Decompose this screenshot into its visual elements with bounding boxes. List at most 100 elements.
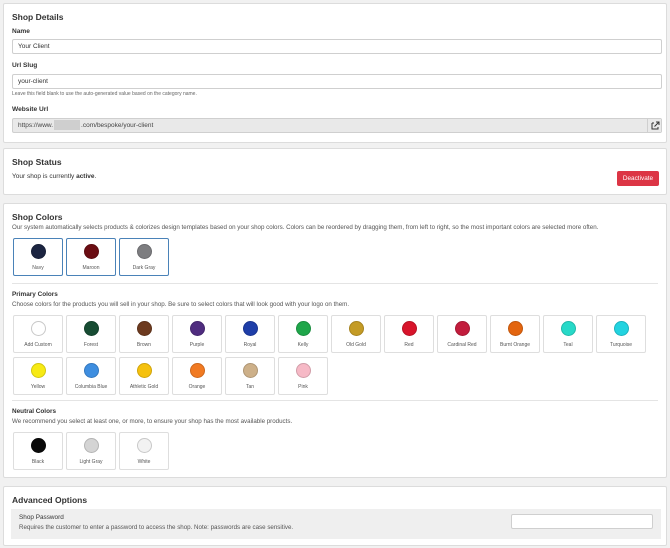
color-name: Turquoise bbox=[609, 342, 633, 348]
shop-details-title: Shop Details bbox=[12, 12, 64, 22]
color-dot bbox=[402, 321, 417, 336]
color-swatch-maroon[interactable]: Maroon bbox=[66, 238, 116, 276]
color-swatch-pink[interactable]: Pink bbox=[278, 357, 328, 395]
color-dot bbox=[614, 321, 629, 336]
color-swatch-light-gray[interactable]: Light Gray bbox=[66, 432, 116, 470]
color-swatch-red[interactable]: Red bbox=[384, 315, 434, 353]
color-name: Brown bbox=[136, 342, 152, 348]
color-name: Red bbox=[404, 342, 414, 348]
color-name: Yellow bbox=[30, 384, 46, 390]
divider bbox=[12, 283, 658, 284]
color-swatch-brown[interactable]: Brown bbox=[119, 315, 169, 353]
color-dot bbox=[31, 363, 46, 378]
color-dot bbox=[190, 363, 205, 378]
color-swatch-dark-gray[interactable]: Dark Gray bbox=[119, 238, 169, 276]
advanced-options-card: Advanced Options Shop Password Requires … bbox=[3, 486, 667, 546]
shop-password-help: Requires the customer to enter a passwor… bbox=[19, 524, 294, 531]
shop-colors-card: Shop Colors Our system automatically sel… bbox=[3, 203, 667, 478]
color-swatch-black[interactable]: Black bbox=[13, 432, 63, 470]
primary-colors-title: Primary Colors bbox=[12, 291, 58, 298]
color-name: Dark Gray bbox=[132, 265, 156, 271]
color-name: Purple bbox=[189, 342, 205, 348]
color-swatch-add-custom[interactable]: Add Custom bbox=[13, 315, 63, 353]
color-dot bbox=[137, 244, 152, 259]
website-url-prefix: https://www. bbox=[18, 122, 54, 129]
divider bbox=[12, 400, 658, 401]
color-dot bbox=[84, 363, 99, 378]
color-swatch-navy[interactable]: Navy bbox=[13, 238, 63, 276]
color-dot bbox=[561, 321, 576, 336]
color-swatch-yellow[interactable]: Yellow bbox=[13, 357, 63, 395]
shop-password-row: Shop Password Requires the customer to e… bbox=[11, 509, 661, 539]
color-swatch-turquoise[interactable]: Turquoise bbox=[596, 315, 646, 353]
primary-colors-description: Choose colors for the products you will … bbox=[12, 301, 350, 308]
shop-status-title: Shop Status bbox=[12, 157, 62, 167]
shop-details-card: Shop Details Name Your Client Url Slug y… bbox=[3, 3, 667, 143]
color-swatch-teal[interactable]: Teal bbox=[543, 315, 593, 353]
color-name: Add Custom bbox=[24, 342, 52, 348]
shop-status-card: Shop Status Your shop is currently activ… bbox=[3, 148, 667, 195]
color-name: Pink bbox=[298, 384, 308, 390]
color-swatch-old-gold[interactable]: Old Gold bbox=[331, 315, 381, 353]
color-dot bbox=[243, 363, 258, 378]
name-field[interactable]: Your Client bbox=[12, 39, 662, 54]
color-dot bbox=[31, 244, 46, 259]
shop-status-text: Your shop is currently active. bbox=[12, 173, 97, 180]
color-swatch-athletic-gold[interactable]: Athletic Gold bbox=[119, 357, 169, 395]
website-url-suffix: .com/bespoke/your-client bbox=[81, 122, 154, 129]
color-dot bbox=[31, 438, 46, 453]
website-url-field: https://www. .com/bespoke/your-client bbox=[12, 118, 662, 133]
color-dot bbox=[190, 321, 205, 336]
color-name: White bbox=[137, 459, 151, 465]
color-swatch-burnt-orange[interactable]: Burnt Orange bbox=[490, 315, 540, 353]
shop-colors-description: Our system automatically selects product… bbox=[12, 224, 599, 231]
color-dot bbox=[455, 321, 470, 336]
external-link-icon bbox=[651, 121, 660, 130]
color-swatch-white[interactable]: White bbox=[119, 432, 169, 470]
color-swatch-royal[interactable]: Royal bbox=[225, 315, 275, 353]
color-dot bbox=[296, 321, 311, 336]
color-name: Athletic Gold bbox=[129, 384, 159, 390]
shop-password-label: Shop Password bbox=[19, 514, 64, 521]
color-dot bbox=[137, 321, 152, 336]
color-name: Old Gold bbox=[346, 342, 366, 348]
url-slug-field[interactable]: your-client bbox=[12, 74, 662, 89]
color-name: Teal bbox=[563, 342, 573, 348]
color-dot bbox=[296, 363, 311, 378]
neutral-colors-description: We recommend you select at least one, or… bbox=[12, 418, 293, 425]
color-name: Tan bbox=[245, 384, 255, 390]
color-name: Light Gray bbox=[79, 459, 103, 465]
color-name: Black bbox=[31, 459, 45, 465]
color-dot bbox=[137, 438, 152, 453]
color-dot bbox=[84, 244, 99, 259]
color-name: Royal bbox=[243, 342, 257, 348]
url-slug-help: Leave this field blank to use the auto-g… bbox=[12, 91, 197, 97]
color-dot bbox=[508, 321, 523, 336]
deactivate-button[interactable]: Deactivate bbox=[617, 171, 659, 186]
color-swatch-columbia-blue[interactable]: Columbia Blue bbox=[66, 357, 116, 395]
shop-status-state: active bbox=[76, 173, 95, 180]
color-dot bbox=[31, 321, 46, 336]
color-name: Maroon bbox=[82, 265, 100, 271]
url-slug-label: Url Slug bbox=[12, 62, 38, 69]
color-swatch-kelly[interactable]: Kelly bbox=[278, 315, 328, 353]
color-swatch-orange[interactable]: Orange bbox=[172, 357, 222, 395]
color-swatch-tan[interactable]: Tan bbox=[225, 357, 275, 395]
shop-password-input[interactable] bbox=[511, 514, 653, 529]
name-label: Name bbox=[12, 28, 30, 35]
neutral-colors-title: Neutral Colors bbox=[12, 408, 57, 415]
color-dot bbox=[84, 321, 99, 336]
color-dot bbox=[137, 363, 152, 378]
color-dot bbox=[243, 321, 258, 336]
external-link-button[interactable] bbox=[647, 119, 661, 132]
website-url-label: Website Url bbox=[12, 106, 49, 113]
color-dot bbox=[84, 438, 99, 453]
color-swatch-forest[interactable]: Forest bbox=[66, 315, 116, 353]
color-swatch-purple[interactable]: Purple bbox=[172, 315, 222, 353]
color-dot bbox=[349, 321, 364, 336]
color-name: Columbia Blue bbox=[74, 384, 108, 390]
color-swatch-cardinal-red[interactable]: Cardinal Red bbox=[437, 315, 487, 353]
color-name: Forest bbox=[83, 342, 99, 348]
color-name: Kelly bbox=[297, 342, 309, 348]
color-name: Navy bbox=[32, 265, 44, 271]
